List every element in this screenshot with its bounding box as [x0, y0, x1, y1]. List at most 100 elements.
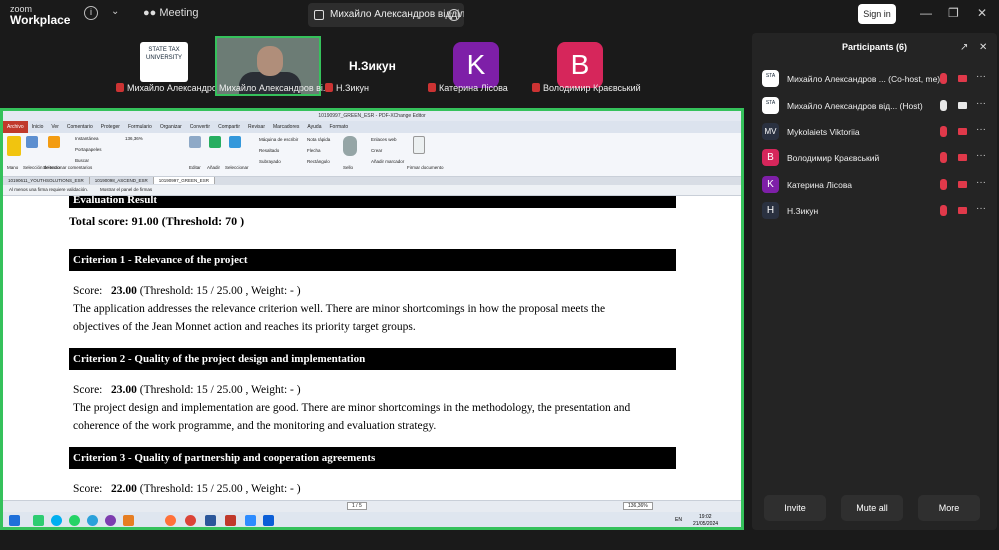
- menu-item[interactable]: Archivo: [3, 121, 28, 133]
- close-panel-icon[interactable]: ✕: [979, 42, 987, 53]
- edit-icon[interactable]: [189, 136, 201, 148]
- taskbar-app-icon[interactable]: [123, 515, 134, 526]
- menu-item[interactable]: Formulario: [124, 121, 156, 133]
- more-icon[interactable]: ···: [976, 177, 986, 188]
- menu-item[interactable]: Formato: [326, 121, 353, 133]
- doc-tab[interactable]: 10190611_YOUTHSOLUTIONS_ESR: [3, 177, 90, 184]
- word-icon[interactable]: [205, 515, 216, 526]
- text-select-icon[interactable]: [26, 136, 38, 148]
- more-icon[interactable]: ···: [976, 71, 986, 82]
- ribbon-label[interactable]: Crear: [371, 148, 382, 153]
- menu-item[interactable]: Proteger: [97, 121, 124, 133]
- taskbar-clock[interactable]: 19:02: [699, 514, 712, 520]
- zoom-logo: zoom Workplace: [10, 4, 70, 26]
- taskbar-app-icon[interactable]: [33, 515, 44, 526]
- mute-all-button[interactable]: Mute all: [841, 495, 903, 521]
- ribbon-label[interactable]: Máquina de escribir: [259, 137, 298, 142]
- doc-tab[interactable]: 10190098_ASCEND_ESR: [90, 177, 154, 184]
- mic-muted-icon[interactable]: [940, 126, 947, 137]
- skype-icon[interactable]: [51, 515, 62, 526]
- menu-item[interactable]: Inicio: [28, 121, 48, 133]
- participant-row[interactable]: STA Михайло Александров ... (Co-host, me…: [762, 70, 990, 88]
- participant-row[interactable]: STA Михайло Александров від... (Host) ··…: [762, 97, 990, 115]
- whatsapp-icon[interactable]: [69, 515, 80, 526]
- restore-icon[interactable]: ❐: [948, 6, 959, 20]
- camera-on-icon[interactable]: [958, 102, 967, 109]
- ribbon-label[interactable]: Añadir marcador: [371, 159, 404, 164]
- ribbon-label[interactable]: Rectángulo: [307, 159, 330, 164]
- avatar-volodymyr[interactable]: B: [557, 42, 603, 88]
- more-icon[interactable]: ···: [976, 98, 986, 109]
- page-number-box[interactable]: 1 / 5: [347, 502, 367, 510]
- zoom-icon[interactable]: [245, 515, 256, 526]
- avatar: B: [762, 149, 779, 166]
- viber-icon[interactable]: [105, 515, 116, 526]
- select-icon[interactable]: [229, 136, 241, 148]
- mic-muted-icon[interactable]: [940, 152, 947, 163]
- participant-name: Катерина Лісова: [787, 180, 852, 190]
- windows-start-icon[interactable]: [9, 515, 20, 526]
- more-icon[interactable]: ···: [976, 203, 986, 214]
- zoom-level[interactable]: 136,36%: [125, 136, 143, 141]
- ribbon-label[interactable]: Instantánea: [75, 136, 99, 141]
- status-zoom[interactable]: 136,36%: [623, 502, 653, 510]
- menu-item[interactable]: Compartir: [214, 121, 244, 133]
- hand-tool-icon[interactable]: [7, 136, 21, 156]
- sign-document-icon[interactable]: [413, 136, 425, 154]
- minimize-icon[interactable]: —: [920, 6, 932, 20]
- camera-off-icon[interactable]: [958, 181, 967, 188]
- camera-off-icon[interactable]: [958, 75, 967, 82]
- menu-item[interactable]: Revisar: [244, 121, 269, 133]
- more-icon[interactable]: ···: [976, 150, 986, 161]
- keyboard-language[interactable]: EN: [675, 517, 682, 523]
- pop-out-icon[interactable]: ↗: [960, 42, 968, 53]
- camera-off-icon[interactable]: [958, 128, 967, 135]
- more-icon[interactable]: ···: [976, 124, 986, 135]
- taskbar-date[interactable]: 21/05/2024: [693, 521, 718, 527]
- ribbon-label[interactable]: Nota rápida: [307, 137, 330, 142]
- more-button[interactable]: More: [918, 495, 980, 521]
- select-comments-icon[interactable]: [48, 136, 60, 148]
- stamp-icon[interactable]: [343, 136, 357, 156]
- info-icon[interactable]: i: [84, 6, 98, 20]
- menu-item[interactable]: Convertir: [186, 121, 214, 133]
- sign-in-button[interactable]: Sign in: [858, 4, 896, 24]
- participant-row[interactable]: B Володимир Краєвський ···: [762, 149, 990, 167]
- zoom-icon[interactable]: [263, 515, 274, 526]
- telegram-icon[interactable]: [87, 515, 98, 526]
- firefox-icon[interactable]: [165, 515, 176, 526]
- mic-muted-icon[interactable]: [940, 73, 947, 84]
- show-signature-panel-button[interactable]: Mostrar el panel de firmas: [94, 185, 158, 194]
- chrome-icon[interactable]: [185, 515, 196, 526]
- menu-item[interactable]: Organizar: [156, 121, 186, 133]
- ribbon-label[interactable]: Portapapeles: [75, 147, 102, 152]
- mic-muted-icon[interactable]: [940, 179, 947, 190]
- screen-share-tab[interactable]: Михайло Александров відділ мі ···: [308, 3, 464, 27]
- ribbon-label[interactable]: Subrayado: [259, 159, 281, 164]
- mic-muted-icon: [428, 83, 436, 92]
- mic-on-icon[interactable]: [940, 100, 947, 111]
- camera-off-icon[interactable]: [958, 207, 967, 214]
- add-icon[interactable]: [209, 136, 221, 148]
- ribbon-label[interactable]: Enlaces web: [371, 137, 397, 142]
- doc-tab-active[interactable]: 10190997_GREEN_ESR: [153, 177, 216, 184]
- avatar-kateryna[interactable]: K: [453, 42, 499, 88]
- participant-row[interactable]: MV Mykolaiets Viktoriia ···: [762, 123, 990, 141]
- participant-row[interactable]: H Н.Зикун ···: [762, 202, 990, 220]
- menu-item[interactable]: Ayuda: [303, 121, 325, 133]
- participant-row[interactable]: K Катерина Лісова ···: [762, 176, 990, 194]
- camera-off-icon[interactable]: [958, 154, 967, 161]
- close-icon[interactable]: ✕: [977, 6, 987, 20]
- ribbon-label[interactable]: Flecha: [307, 148, 321, 153]
- menu-item[interactable]: Ver: [47, 121, 63, 133]
- chevron-down-icon[interactable]: ⌄: [111, 6, 119, 17]
- more-options-icon[interactable]: ···: [448, 9, 460, 21]
- mic-muted-icon[interactable]: [940, 205, 947, 216]
- meeting-button[interactable]: ●● Meeting: [143, 7, 199, 19]
- menu-item[interactable]: Marcadores: [269, 121, 303, 133]
- menu-item[interactable]: Comentario: [63, 121, 97, 133]
- ribbon-label[interactable]: Buscar: [75, 158, 89, 163]
- invite-button[interactable]: Invite: [764, 495, 826, 521]
- ribbon-label[interactable]: Resaltado: [259, 148, 279, 153]
- pdf-icon[interactable]: [225, 515, 236, 526]
